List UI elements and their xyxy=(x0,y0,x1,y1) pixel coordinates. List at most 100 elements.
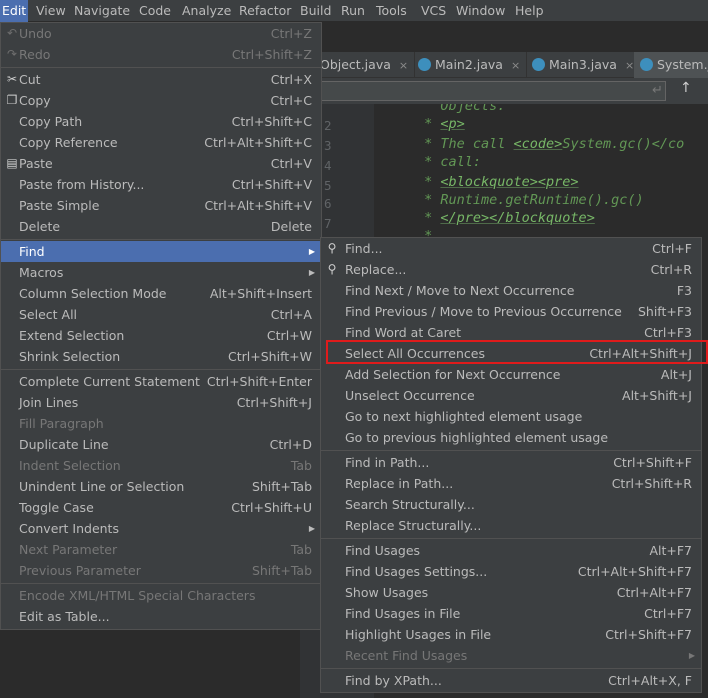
menu-item-shortcut: Delete xyxy=(270,219,312,234)
menu-item-join-lines[interactable]: Join Lines Ctrl+Shift+J xyxy=(1,392,321,413)
menu-item-duplicate-line[interactable]: Duplicate Line Ctrl+D xyxy=(1,434,321,455)
menu-item-copy[interactable]: ❐ Copy Ctrl+C xyxy=(1,90,321,111)
redo-icon: ↷ xyxy=(6,47,18,61)
menubar-analyze[interactable]: Analyze xyxy=(180,0,233,22)
menu-item-shortcut: Shift+F3 xyxy=(637,304,692,319)
menubar-build[interactable]: Build xyxy=(298,0,333,22)
menu-separator xyxy=(1,67,321,68)
code-line: * <p> xyxy=(416,116,465,132)
tab-main3-java[interactable]: Main3.java × xyxy=(526,52,642,78)
menu-separator xyxy=(321,668,701,669)
menu-item-copy-path[interactable]: Copy Path Ctrl+Shift+C xyxy=(1,111,321,132)
menu-item-paste-simple[interactable]: Paste Simple Ctrl+Alt+Shift+V xyxy=(1,195,321,216)
menu-item-find-next-move-to-next-occurrence[interactable]: Find Next / Move to Next Occurrence F3 xyxy=(321,280,701,301)
menu-item-label: Search Structurally... xyxy=(345,497,475,512)
menubar-edit[interactable]: Edit xyxy=(0,0,29,22)
close-icon[interactable]: × xyxy=(399,59,408,72)
menu-item-shortcut: Ctrl+Z xyxy=(270,26,312,41)
menu-item-go-to-previous-highlighted-element-usage[interactable]: Go to previous highlighted element usage xyxy=(321,427,701,448)
menu-item-find-usages[interactable]: Find Usages Alt+F7 xyxy=(321,540,701,561)
menu-item-redo: ↷ Redo Ctrl+Shift+Z xyxy=(1,44,321,65)
menu-item-label: Find... xyxy=(345,241,383,256)
menu-item-find-by-xpath[interactable]: Find by XPath... Ctrl+Alt+X, F xyxy=(321,670,701,691)
previous-occurrence-arrow-icon[interactable]: ↑ xyxy=(680,80,692,96)
menu-item-highlight-usages-in-file[interactable]: Highlight Usages in File Ctrl+Shift+F7 xyxy=(321,624,701,645)
menu-item-indent-selection: Indent Selection Tab xyxy=(1,455,321,476)
menu-item-edit-as-table[interactable]: Edit as Table... xyxy=(1,606,321,627)
editor-tabs: Object.java × Main2.java × Main3.java × System… xyxy=(300,52,708,78)
menubar-help[interactable]: Help xyxy=(513,0,546,22)
menu-item-replace[interactable]: ⚲ Replace... Ctrl+R xyxy=(321,259,701,280)
menu-item-show-usages[interactable]: Show Usages Ctrl+Alt+F7 xyxy=(321,582,701,603)
tab-object-java[interactable]: Object.java × xyxy=(314,52,416,78)
menu-item-label: Replace Structurally... xyxy=(345,518,482,533)
menu-item-go-to-next-highlighted-element-usage[interactable]: Go to next highlighted element usage xyxy=(321,406,701,427)
menu-item-shortcut: Tab xyxy=(290,542,312,557)
menubar-vcs[interactable]: VCS xyxy=(419,0,448,22)
menu-item-shortcut: Ctrl+W xyxy=(266,328,312,343)
menu-item-find[interactable]: Find ▶ xyxy=(1,241,321,262)
find-input[interactable]: ↵ xyxy=(306,81,666,101)
menu-item-label: Complete Current Statement xyxy=(19,374,200,389)
menubar-refactor[interactable]: Refactor xyxy=(237,0,293,22)
menu-item-shortcut: Alt+F7 xyxy=(649,543,692,558)
code-line: * call: xyxy=(416,154,481,170)
menu-item-search-structurally[interactable]: Search Structurally... xyxy=(321,494,701,515)
menu-item-paste-from-history[interactable]: Paste from History... Ctrl+Shift+V xyxy=(1,174,321,195)
menu-item-find-usages-in-file[interactable]: Find Usages in File Ctrl+F7 xyxy=(321,603,701,624)
menubar-code[interactable]: Code xyxy=(137,0,173,22)
menu-item-select-all[interactable]: Select All Ctrl+A xyxy=(1,304,321,325)
close-icon[interactable]: × xyxy=(625,59,634,72)
menu-item-label: Fill Paragraph xyxy=(19,416,104,431)
menu-item-cut[interactable]: ✂ Cut Ctrl+X xyxy=(1,69,321,90)
menu-item-label: Unindent Line or Selection xyxy=(19,479,185,494)
menu-item-label: Copy Path xyxy=(19,114,83,129)
menu-item-label: Convert Indents xyxy=(19,521,119,536)
menu-item-find[interactable]: ⚲ Find... Ctrl+F xyxy=(321,238,701,259)
menu-item-label: Paste from History... xyxy=(19,177,145,192)
menu-item-shrink-selection[interactable]: Shrink Selection Ctrl+Shift+W xyxy=(1,346,321,367)
menubar-tools[interactable]: Tools xyxy=(374,0,409,22)
menu-item-shortcut: Ctrl+Shift+J xyxy=(236,395,312,410)
replace-icon: ⚲ xyxy=(327,262,337,276)
menu-item-label: Indent Selection xyxy=(19,458,121,473)
menu-item-replace-in-path[interactable]: Replace in Path... Ctrl+Shift+R xyxy=(321,473,701,494)
html-tag: <p> xyxy=(440,116,465,132)
menu-item-copy-reference[interactable]: Copy Reference Ctrl+Alt+Shift+C xyxy=(1,132,321,153)
menubar-navigate[interactable]: Navigate xyxy=(72,0,132,22)
menu-item-label: Find xyxy=(19,244,45,259)
menu-item-extend-selection[interactable]: Extend Selection Ctrl+W xyxy=(1,325,321,346)
menu-item-label: Copy Reference xyxy=(19,135,118,150)
menu-item-complete-current-statement[interactable]: Complete Current Statement Ctrl+Shift+Ent… xyxy=(1,371,321,392)
highlight-annotation-box xyxy=(326,340,708,364)
submenu-arrow-icon: ▶ xyxy=(308,247,315,256)
submenu-arrow-icon: ▶ xyxy=(308,268,315,277)
menu-item-column-selection-mode[interactable]: Column Selection Mode Alt+Shift+Insert xyxy=(1,283,321,304)
comment-text: System.gc()</co xyxy=(562,136,685,152)
menubar-run[interactable]: Run xyxy=(339,0,367,22)
comment-text: * Runtime.getRuntime().gc() xyxy=(416,192,644,208)
menu-item-find-previous-move-to-previous-occurrence[interactable]: Find Previous / Move to Previous Occurre… xyxy=(321,301,701,322)
menu-item-find-usages-settings[interactable]: Find Usages Settings... Ctrl+Alt+Shift+F7 xyxy=(321,561,701,582)
close-icon[interactable]: × xyxy=(511,59,520,72)
menu-item-shortcut: Ctrl+F7 xyxy=(644,606,692,621)
tab-main2-java[interactable]: Main2.java × xyxy=(412,52,528,78)
menu-item-macros[interactable]: Macros ▶ xyxy=(1,262,321,283)
menu-item-toggle-case[interactable]: Toggle Case Ctrl+Shift+U xyxy=(1,497,321,518)
comment-text: * xyxy=(416,210,441,226)
menu-item-unselect-occurrence[interactable]: Unselect Occurrence Alt+Shift+J xyxy=(321,385,701,406)
menu-item-shortcut: Alt+Shift+Insert xyxy=(209,286,312,301)
menu-item-label: Show Usages xyxy=(345,585,429,600)
menu-item-paste[interactable]: ▤ Paste Ctrl+V xyxy=(1,153,321,174)
tab-system-j[interactable]: System.j xyxy=(634,52,708,78)
menubar-window[interactable]: Window xyxy=(454,0,507,22)
menu-item-find-in-path[interactable]: Find in Path... Ctrl+Shift+F xyxy=(321,452,701,473)
menu-item-unindent-line-or-selection[interactable]: Unindent Line or Selection Shift+Tab xyxy=(1,476,321,497)
menu-item-replace-structurally[interactable]: Replace Structurally... xyxy=(321,515,701,536)
menubar-view[interactable]: View xyxy=(34,0,68,22)
menu-item-convert-indents[interactable]: Convert Indents ▶ xyxy=(1,518,321,539)
menu-item-add-selection-for-next-occurrence[interactable]: Add Selection for Next Occurrence Alt+J xyxy=(321,364,701,385)
menu-item-delete[interactable]: Delete Delete xyxy=(1,216,321,237)
menu-item-label: Go to next highlighted element usage xyxy=(345,409,583,424)
menu-item-label: Select All xyxy=(19,307,78,322)
